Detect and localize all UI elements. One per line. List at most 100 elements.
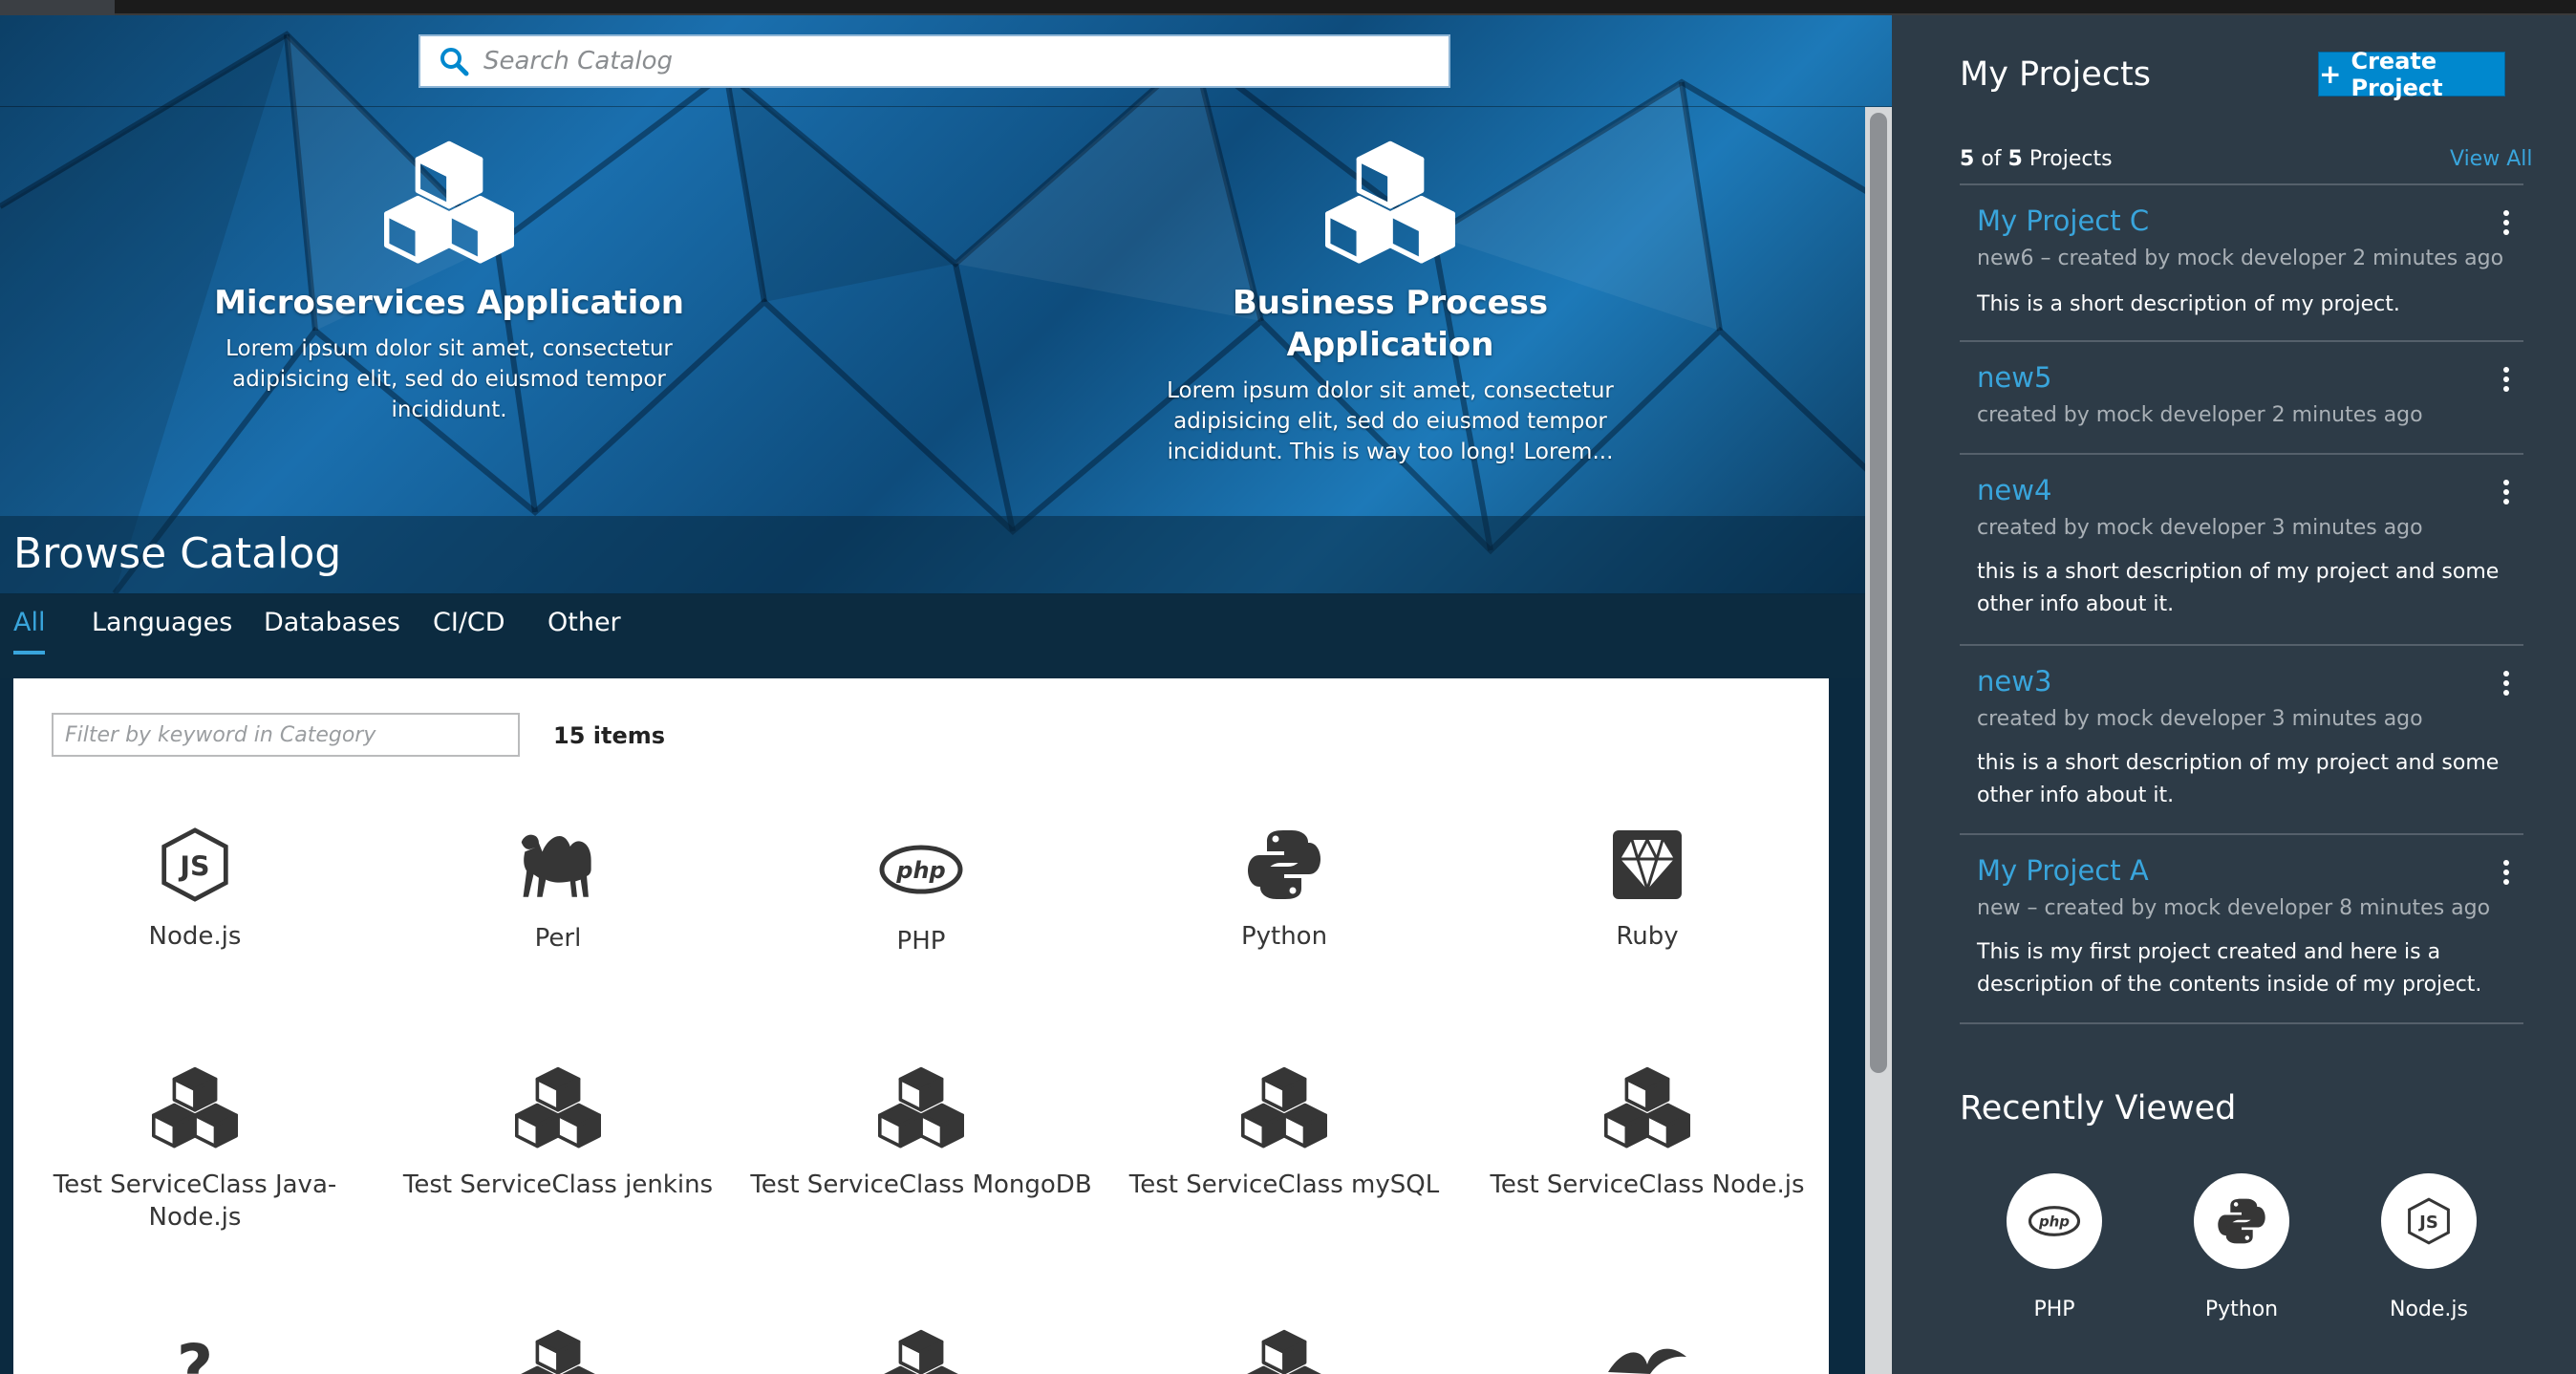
cubes-icon	[869, 1328, 974, 1374]
projects-count-suffix: Projects	[2029, 147, 2113, 171]
catalog-item-mysql[interactable]: Test ServiceClass mySQL	[1112, 1065, 1456, 1201]
catalog-item-label: Ruby	[1616, 922, 1679, 951]
projects-sidebar: My Projects + Create Project 5 of 5 Proj…	[1892, 15, 2576, 1374]
category-tabs: All Languages Databases CI/CD Other	[0, 594, 1865, 678]
projects-count: 5 of 5 Projects	[1960, 147, 2113, 171]
project-meta: new6 – created by mock developer 2 minut…	[1977, 247, 2504, 270]
cubes-icon	[1232, 1328, 1337, 1374]
recent-item-php[interactable]: PHP	[2007, 1173, 2102, 1321]
cubes-icon	[1595, 1065, 1700, 1151]
plus-icon: +	[2319, 58, 2342, 90]
tab-ci-cd[interactable]: CI/CD	[433, 608, 505, 651]
projects-divider	[1960, 1022, 2523, 1024]
top-tab-stub	[0, 0, 115, 15]
php-icon	[2028, 1205, 2081, 1237]
recent-item-circle[interactable]	[2194, 1173, 2289, 1269]
kebab-menu-icon[interactable]	[2502, 671, 2510, 698]
scrollbar-thumb[interactable]	[1870, 113, 1887, 1073]
project-item[interactable]: new3 created by mock developer 3 minutes…	[1960, 644, 2523, 833]
featured-card-microservices[interactable]: Microservices Application Lorem ipsum do…	[201, 139, 698, 425]
project-meta: created by mock developer 3 minutes ago	[1977, 516, 2423, 540]
catalog-item-unknown[interactable]: ?	[23, 1336, 367, 1374]
create-project-label: Create Project	[2351, 47, 2443, 101]
page-title: Browse Catalog	[13, 529, 342, 578]
project-item[interactable]: My Project A new – created by mock devel…	[1960, 833, 2523, 1009]
create-project-button[interactable]: + Create Project	[2318, 48, 2505, 101]
catalog-item-nodejs[interactable]: Node.js	[23, 827, 367, 953]
kebab-menu-icon[interactable]	[2502, 480, 2510, 506]
catalog-item-label: Test ServiceClass jenkins	[402, 1170, 714, 1199]
catalog-item-nodejs-service[interactable]: Test ServiceClass Node.js	[1475, 1065, 1819, 1201]
browser-top-bar	[0, 0, 2576, 15]
project-meta: created by mock developer 3 minutes ago	[1977, 707, 2423, 731]
catalog-item-python[interactable]: Python	[1112, 827, 1456, 953]
project-description: this is a short description of my projec…	[1977, 560, 2500, 616]
search-icon	[440, 48, 469, 76]
recent-item-label: PHP	[2033, 1298, 2075, 1321]
catalog-item-perl[interactable]: Perl	[386, 827, 730, 955]
python-icon	[1246, 827, 1322, 903]
tab-languages[interactable]: Languages	[92, 608, 232, 651]
catalog-item-partial[interactable]	[386, 1328, 730, 1374]
catalog-item-java-node[interactable]: Test ServiceClass Java-Node.js	[23, 1065, 367, 1234]
project-name-link[interactable]: My Project C	[1977, 204, 2149, 237]
featured-description: Lorem ipsum dolor sit amet, consectetur …	[225, 336, 673, 422]
perl-camel-icon	[514, 827, 602, 905]
project-item[interactable]: new4 created by mock developer 3 minutes…	[1960, 453, 2523, 644]
kebab-menu-icon[interactable]	[2502, 860, 2510, 887]
kebab-menu-icon[interactable]	[2502, 367, 2510, 394]
projects-title: My Projects	[1960, 55, 2152, 94]
kebab-menu-icon[interactable]	[2502, 210, 2510, 237]
project-description: This is my first project created and her…	[1977, 940, 2482, 997]
recent-item-circle[interactable]	[2007, 1173, 2102, 1269]
bird-logo-icon	[1608, 1348, 1686, 1374]
php-icon	[878, 843, 964, 896]
search-placeholder: Search Catalog	[483, 47, 674, 75]
catalog-item-label: Perl	[534, 924, 582, 953]
project-name-link[interactable]: new4	[1977, 474, 2051, 506]
catalog-item-partial[interactable]	[749, 1328, 1093, 1374]
cubes-icon	[869, 1065, 974, 1151]
project-item[interactable]: My Project C new6 – created by mock deve…	[1960, 183, 2523, 340]
item-count: 15 items	[553, 722, 666, 749]
view-all-link[interactable]: View All	[2450, 147, 2532, 171]
keyword-filter-input[interactable]: Filter by keyword in Category	[52, 713, 520, 757]
catalog-item-php[interactable]: PHP	[749, 831, 1093, 957]
search-catalog-input[interactable]: Search Catalog	[419, 34, 1450, 88]
cubes-icon	[1232, 1065, 1337, 1151]
catalog-item-label: Test ServiceClass Node.js	[1490, 1170, 1805, 1199]
ruby-gem-icon	[1609, 827, 1685, 903]
projects-count-total: 5	[2007, 147, 2023, 171]
recent-item-nodejs[interactable]: Node.js	[2381, 1173, 2477, 1321]
recent-item-label: Python	[2204, 1298, 2279, 1321]
catalog-item-label: PHP	[896, 927, 946, 955]
catalog-item-label: Test ServiceClass mySQL	[1128, 1170, 1440, 1199]
project-name-link[interactable]: new3	[1977, 665, 2051, 698]
cubes-icon	[142, 1065, 247, 1151]
main-scrollbar[interactable]	[1865, 107, 1892, 1374]
recent-item-python[interactable]: Python	[2194, 1173, 2289, 1321]
project-item[interactable]: new5 created by mock developer 2 minutes…	[1960, 340, 2523, 453]
catalog-item-label: Test ServiceClass MongoDB	[750, 1170, 1092, 1199]
catalog-item-ruby[interactable]: Ruby	[1475, 827, 1819, 953]
cubes-icon	[505, 1328, 611, 1374]
project-name-link[interactable]: new5	[1977, 361, 2051, 394]
catalog-items-panel: Filter by keyword in Category 15 items N…	[13, 678, 1829, 1374]
catalog-item-partial[interactable]	[1475, 1338, 1819, 1374]
catalog-item-label: Test ServiceClass Java-Node.js	[53, 1170, 337, 1232]
featured-title: Microservices Application	[214, 284, 684, 322]
project-name-link[interactable]: My Project A	[1977, 854, 2149, 887]
catalog-item-mongodb[interactable]: Test ServiceClass MongoDB	[749, 1065, 1093, 1201]
question-mark-icon: ?	[177, 1336, 213, 1374]
projects-count-shown: 5	[1960, 147, 1975, 171]
recent-item-circle[interactable]	[2381, 1173, 2477, 1269]
browse-catalog-header: Browse Catalog	[0, 516, 1865, 594]
cubes-icon	[505, 1065, 611, 1151]
tab-other[interactable]: Other	[547, 608, 621, 651]
catalog-item-jenkins[interactable]: Test ServiceClass jenkins	[386, 1065, 730, 1201]
featured-card-business-process[interactable]: Business Process Application Lorem ipsum…	[1142, 139, 1639, 467]
tab-databases[interactable]: Databases	[264, 608, 400, 651]
catalog-item-partial[interactable]	[1112, 1328, 1456, 1374]
python-icon	[2217, 1196, 2266, 1246]
tab-all[interactable]: All	[13, 608, 46, 655]
